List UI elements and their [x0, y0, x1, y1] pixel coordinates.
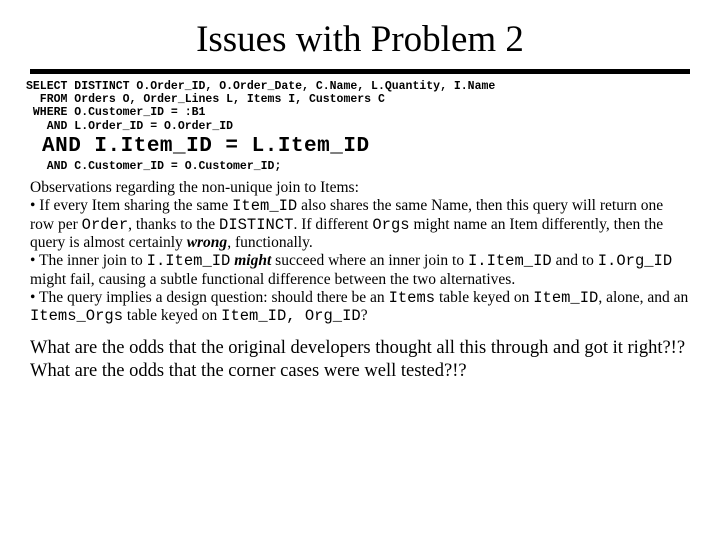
code-items: Items — [389, 289, 436, 307]
code-order: Order — [82, 216, 129, 234]
obs-text: • If every Item sharing the same — [30, 197, 232, 214]
sql-block: SELECT DISTINCT O.Order_ID, O.Order_Date… — [26, 80, 690, 133]
sql-line: SELECT DISTINCT O.Order_ID, O.Order_Date… — [26, 80, 495, 93]
obs-text: , functionally. — [227, 234, 313, 251]
question-line: What are the odds that the original deve… — [30, 338, 685, 358]
obs-text: ? — [361, 307, 368, 324]
obs-text: table keyed on — [123, 307, 221, 324]
code-item-id: Item_ID — [232, 197, 297, 215]
question-block: What are the odds that the original deve… — [30, 337, 690, 382]
code-items-orgs: Items_Orgs — [30, 307, 123, 325]
obs-heading: Observations regarding the non-unique jo… — [30, 179, 359, 196]
sql-line: AND C.Customer_ID = O.Customer_ID; — [26, 160, 281, 173]
sql-emphasis-line: AND I.Item_ID = L.Item_ID — [42, 135, 690, 158]
sql-line: WHERE O.Customer_ID = :B1 — [26, 106, 205, 119]
obs-text: , alone, and an — [598, 289, 688, 306]
obs-text: succeed where an inner join to — [271, 252, 468, 269]
obs-text: , thanks to the — [128, 216, 219, 233]
observations: Observations regarding the non-unique jo… — [30, 179, 690, 325]
code-orgs: Orgs — [372, 216, 409, 234]
sql-line: AND L.Order_ID = O.Order_ID — [26, 120, 233, 133]
code-iitemid: I.Item_ID — [147, 252, 231, 270]
code-iitemid: I.Item_ID — [468, 252, 552, 270]
code-iorgid: I.Org_ID — [598, 252, 672, 270]
obs-text: • The inner join to — [30, 252, 147, 269]
page-title: Issues with Problem 2 — [30, 18, 690, 61]
obs-text: table keyed on — [435, 289, 533, 306]
code-pair: Item_ID, Org_ID — [221, 307, 361, 325]
slide: Issues with Problem 2 SELECT DISTINCT O.… — [0, 0, 720, 382]
sql-line: FROM Orders O, Order_Lines L, Items I, C… — [26, 93, 385, 106]
question-line: What are the odds that the corner cases … — [30, 361, 467, 381]
code-distinct: DISTINCT — [219, 216, 293, 234]
sql-block-tail: AND C.Customer_ID = O.Customer_ID; — [26, 160, 690, 173]
obs-text: . If different — [293, 216, 372, 233]
obs-text: might fail, causing a subtle functional … — [30, 271, 515, 288]
obs-text: and to — [552, 252, 598, 269]
obs-might: might — [234, 252, 271, 269]
obs-text: • The query implies a design question: s… — [30, 289, 389, 306]
divider — [30, 69, 690, 74]
code-item-id: Item_ID — [533, 289, 598, 307]
obs-wrong: wrong — [187, 234, 228, 251]
